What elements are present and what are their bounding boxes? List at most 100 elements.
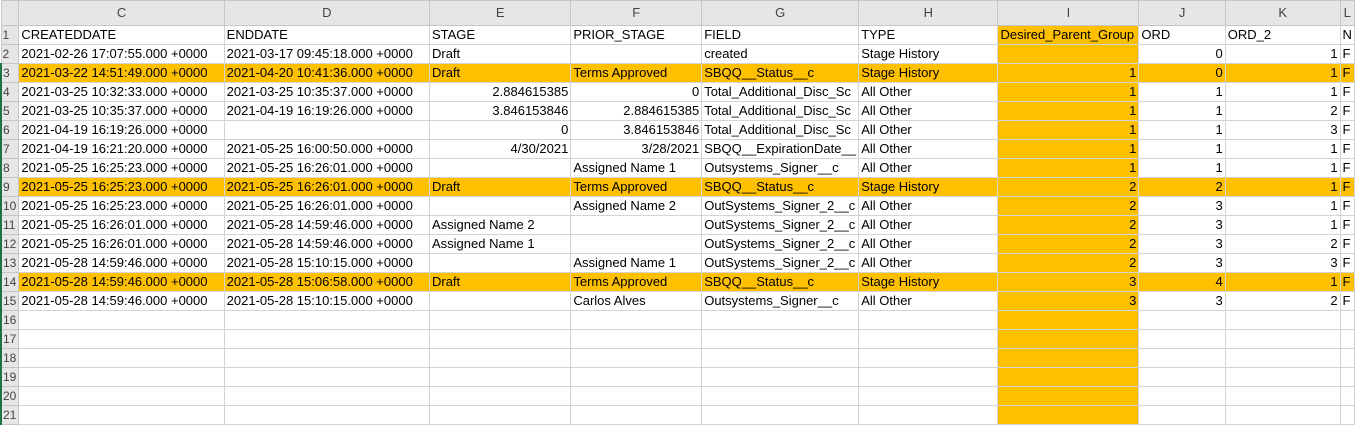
cell-i13[interactable]: 2: [997, 253, 1140, 273]
cell-d8[interactable]: 2021-05-25 16:26:01.000 +0000: [223, 158, 430, 178]
cell-g19[interactable]: [701, 367, 860, 387]
cell-k3[interactable]: 1: [1224, 63, 1341, 83]
column-header-e[interactable]: E: [428, 0, 572, 26]
cell-j21[interactable]: [1138, 405, 1226, 425]
cell-k5[interactable]: 2: [1224, 101, 1341, 121]
cell-k2[interactable]: 1: [1224, 44, 1341, 64]
cell-d15[interactable]: 2021-05-28 15:10:15.000 +0000: [223, 291, 430, 311]
cell-l12[interactable]: F: [1339, 234, 1355, 254]
cell-k7[interactable]: 1: [1224, 139, 1341, 159]
cell-j14[interactable]: 4: [1138, 272, 1226, 292]
cell-i18[interactable]: [997, 348, 1140, 368]
cell-e12[interactable]: Assigned Name 1: [428, 234, 572, 254]
row-header-8[interactable]: 8: [0, 158, 20, 178]
cell-f15[interactable]: Carlos Alves: [570, 291, 703, 311]
cell-f6[interactable]: 3.846153846: [570, 120, 703, 140]
cell-d3[interactable]: 2021-04-20 10:41:36.000 +0000: [223, 63, 430, 83]
column-header-d[interactable]: D: [223, 0, 430, 26]
cell-i2[interactable]: [997, 44, 1140, 64]
cell-k6[interactable]: 3: [1224, 120, 1341, 140]
cell-i1[interactable]: Desired_Parent_Group: [997, 25, 1140, 45]
cell-d16[interactable]: [223, 310, 430, 330]
cell-d10[interactable]: 2021-05-25 16:26:01.000 +0000: [223, 196, 430, 216]
row-header-18[interactable]: 18: [0, 348, 20, 368]
cell-d7[interactable]: 2021-05-25 16:00:50.000 +0000: [223, 139, 430, 159]
cell-d18[interactable]: [223, 348, 430, 368]
cell-g18[interactable]: [701, 348, 860, 368]
column-header-l[interactable]: L: [1339, 0, 1355, 26]
cell-e7[interactable]: 4/30/2021: [428, 139, 572, 159]
cell-f3[interactable]: Terms Approved: [570, 63, 703, 83]
cell-e15[interactable]: [428, 291, 572, 311]
cell-c5[interactable]: 2021-03-25 10:35:37.000 +0000: [18, 101, 225, 121]
cell-k15[interactable]: 2: [1224, 291, 1341, 311]
cell-f7[interactable]: 3/28/2021: [570, 139, 703, 159]
cell-c2[interactable]: 2021-02-26 17:07:55.000 +0000: [18, 44, 225, 64]
cell-h1[interactable]: TYPE: [858, 25, 999, 45]
cell-h16[interactable]: [858, 310, 999, 330]
cell-c10[interactable]: 2021-05-25 16:25:23.000 +0000: [18, 196, 225, 216]
cell-c17[interactable]: [18, 329, 225, 349]
cell-d9[interactable]: 2021-05-25 16:26:01.000 +0000: [223, 177, 430, 197]
cell-f12[interactable]: [570, 234, 703, 254]
cell-g11[interactable]: OutSystems_Signer_2__c: [701, 215, 860, 235]
cell-i14[interactable]: 3: [997, 272, 1140, 292]
row-header-19[interactable]: 19: [0, 367, 20, 387]
cell-f17[interactable]: [570, 329, 703, 349]
cell-d2[interactable]: 2021-03-17 09:45:18.000 +0000: [223, 44, 430, 64]
cell-c6[interactable]: 2021-04-19 16:19:26.000 +0000: [18, 120, 225, 140]
cell-c15[interactable]: 2021-05-28 14:59:46.000 +0000: [18, 291, 225, 311]
cell-i12[interactable]: 2: [997, 234, 1140, 254]
cell-h9[interactable]: Stage History: [858, 177, 999, 197]
cell-i10[interactable]: 2: [997, 196, 1140, 216]
cell-k17[interactable]: [1224, 329, 1341, 349]
cell-h6[interactable]: All Other: [858, 120, 999, 140]
cell-g6[interactable]: Total_Additional_Disc_Sc: [701, 120, 860, 140]
cell-l20[interactable]: [1339, 386, 1355, 406]
cell-h11[interactable]: All Other: [858, 215, 999, 235]
cell-l21[interactable]: [1339, 405, 1355, 425]
cell-k16[interactable]: [1224, 310, 1341, 330]
cell-l19[interactable]: [1339, 367, 1355, 387]
cell-i20[interactable]: [997, 386, 1140, 406]
cell-h8[interactable]: All Other: [858, 158, 999, 178]
cell-e3[interactable]: Draft: [428, 63, 572, 83]
row-header-20[interactable]: 20: [0, 386, 20, 406]
cell-e4[interactable]: 2.884615385: [428, 82, 572, 102]
row-header-17[interactable]: 17: [0, 329, 20, 349]
cell-e13[interactable]: [428, 253, 572, 273]
cell-j18[interactable]: [1138, 348, 1226, 368]
cell-c4[interactable]: 2021-03-25 10:32:33.000 +0000: [18, 82, 225, 102]
row-header-1[interactable]: 1: [0, 25, 20, 45]
row-header-4[interactable]: 4: [0, 82, 20, 102]
cell-l14[interactable]: F: [1339, 272, 1355, 292]
cell-h21[interactable]: [858, 405, 999, 425]
cell-f1[interactable]: PRIOR_STAGE: [570, 25, 703, 45]
cell-j15[interactable]: 3: [1138, 291, 1226, 311]
cell-f9[interactable]: Terms Approved: [570, 177, 703, 197]
cell-d20[interactable]: [223, 386, 430, 406]
cell-i4[interactable]: 1: [997, 82, 1140, 102]
cell-l17[interactable]: [1339, 329, 1355, 349]
row-header-10[interactable]: 10: [0, 196, 20, 216]
row-header-15[interactable]: 15: [0, 291, 20, 311]
cell-e18[interactable]: [428, 348, 572, 368]
cell-k18[interactable]: [1224, 348, 1341, 368]
cell-e10[interactable]: [428, 196, 572, 216]
cell-f21[interactable]: [570, 405, 703, 425]
cell-i7[interactable]: 1: [997, 139, 1140, 159]
cell-l18[interactable]: [1339, 348, 1355, 368]
cell-j19[interactable]: [1138, 367, 1226, 387]
cell-g7[interactable]: SBQQ__ExpirationDate__: [701, 139, 860, 159]
row-header-9[interactable]: 9: [0, 177, 20, 197]
cell-k11[interactable]: 1: [1224, 215, 1341, 235]
cell-c7[interactable]: 2021-04-19 16:21:20.000 +0000: [18, 139, 225, 159]
cell-f8[interactable]: Assigned Name 1: [570, 158, 703, 178]
cell-h12[interactable]: All Other: [858, 234, 999, 254]
cell-d13[interactable]: 2021-05-28 15:10:15.000 +0000: [223, 253, 430, 273]
cell-i16[interactable]: [997, 310, 1140, 330]
cell-j13[interactable]: 3: [1138, 253, 1226, 273]
column-header-f[interactable]: F: [570, 0, 703, 26]
cell-d19[interactable]: [223, 367, 430, 387]
cell-e19[interactable]: [428, 367, 572, 387]
